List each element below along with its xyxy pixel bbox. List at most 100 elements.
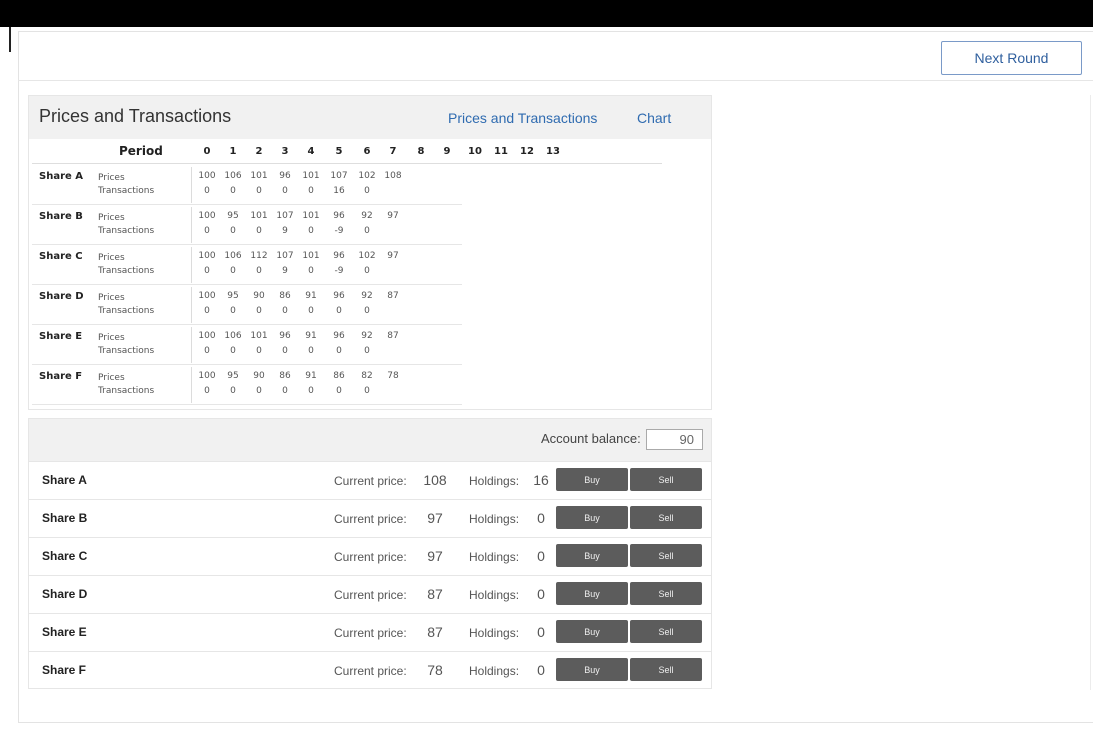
price-cell: 102 [358, 171, 376, 181]
prices-transactions-panel: Prices and Transactions Prices and Trans… [28, 95, 712, 410]
price-cell: 106 [224, 251, 242, 261]
price-cell: 82 [361, 371, 373, 381]
current-price-label: Current price: [334, 588, 407, 602]
transaction-cell: 0 [204, 306, 210, 316]
transaction-cell: 16 [333, 186, 345, 196]
current-price-value: 97 [427, 548, 443, 564]
transaction-cell: 0 [230, 346, 236, 356]
price-cell: 95 [227, 371, 239, 381]
sell-button[interactable]: Sell [630, 582, 702, 605]
transactions-label: Transactions [98, 266, 155, 276]
current-price-label: Current price: [334, 550, 407, 564]
transaction-cell: 0 [282, 186, 288, 196]
price-cell: 100 [198, 251, 216, 261]
window-top-bar [0, 0, 1093, 27]
tab-prices-transactions[interactable]: Prices and Transactions [448, 110, 597, 126]
period-column-3: 3 [281, 146, 289, 157]
trade-share-name: Share E [42, 625, 87, 639]
price-cell: 90 [253, 371, 265, 381]
current-price-value: 108 [423, 472, 447, 488]
buy-button[interactable]: Buy [556, 506, 628, 529]
transaction-cell: 0 [256, 186, 262, 196]
transaction-cell: 0 [308, 226, 314, 236]
row-divider [191, 327, 192, 363]
transaction-cell: 0 [364, 306, 370, 316]
period-column-13: 13 [546, 146, 560, 157]
left-edge-mark [9, 27, 11, 52]
transaction-cell: 0 [308, 306, 314, 316]
price-cell: 100 [198, 371, 216, 381]
transaction-cell: 0 [256, 346, 262, 356]
trade-share-name: Share A [42, 473, 87, 487]
sell-button[interactable]: Sell [630, 620, 702, 643]
prices-label: Prices [98, 333, 125, 343]
transactions-label: Transactions [98, 306, 155, 316]
prices-label: Prices [98, 293, 125, 303]
buy-button[interactable]: Buy [556, 658, 628, 681]
trade-share-name: Share C [42, 549, 88, 563]
buy-button[interactable]: Buy [556, 544, 628, 567]
holdings-label: Holdings: [469, 550, 520, 564]
share-name: Share F [39, 371, 83, 382]
sell-button[interactable]: Sell [630, 468, 702, 491]
holdings-label: Holdings: [469, 474, 520, 488]
sell-button[interactable]: Sell [630, 506, 702, 529]
price-cell: 91 [305, 371, 317, 381]
transaction-cell: 0 [282, 346, 288, 356]
price-cell: 101 [250, 331, 268, 341]
price-cell: 100 [198, 171, 216, 181]
transaction-cell: 0 [256, 386, 262, 396]
period-column-8: 8 [417, 146, 425, 157]
holdings-value: 16 [533, 472, 549, 488]
price-cell: 86 [279, 291, 291, 301]
trade-row: Share D Current price: 87 Holdings: 0 Buy Sell [29, 575, 711, 614]
trade-share-name: Share B [42, 511, 88, 525]
transaction-cell: 0 [230, 306, 236, 316]
header-rule [32, 163, 662, 164]
price-cell: 100 [198, 211, 216, 221]
holdings-value: 0 [537, 586, 545, 602]
trade-share-name: Share F [42, 663, 87, 677]
buy-button[interactable]: Buy [556, 468, 628, 491]
price-cell: 95 [227, 211, 239, 221]
transaction-cell: 0 [282, 306, 288, 316]
transaction-cell: 0 [364, 386, 370, 396]
sell-button[interactable]: Sell [630, 658, 702, 681]
price-cell: 96 [333, 251, 345, 261]
current-price-value: 87 [427, 624, 443, 640]
trade-row: Share A Current price: 108 Holdings: 16 Buy Se… [29, 461, 711, 500]
period-column-11: 11 [494, 146, 508, 157]
transaction-cell: 0 [336, 386, 342, 396]
transaction-cell: 0 [204, 386, 210, 396]
price-cell: 96 [333, 291, 345, 301]
trading-panel: Account balance: 90 Share A Current price… [28, 418, 712, 689]
row-divider [191, 167, 192, 203]
price-cell: 95 [227, 291, 239, 301]
share-row: Share D Prices Transactions 100 95 90 86 91 96 92… [29, 285, 713, 325]
buy-button[interactable]: Buy [556, 620, 628, 643]
transaction-cell: 0 [230, 186, 236, 196]
holdings-value: 0 [537, 548, 545, 564]
price-cell: 112 [250, 251, 268, 261]
holdings-value: 0 [537, 624, 545, 640]
current-price-label: Current price: [334, 664, 407, 678]
transaction-cell: 0 [308, 386, 314, 396]
prices-label: Prices [98, 213, 125, 223]
transaction-cell: 0 [204, 186, 210, 196]
transaction-cell: 9 [282, 266, 288, 276]
buy-button[interactable]: Buy [556, 582, 628, 605]
share-row: Share B Prices Transactions 100 95 101 107 101 9… [29, 205, 713, 245]
price-cell: 96 [333, 211, 345, 221]
tab-chart[interactable]: Chart [637, 110, 671, 126]
row-divider [191, 207, 192, 243]
transaction-cell: 0 [282, 386, 288, 396]
transactions-label: Transactions [98, 226, 155, 236]
price-cell: 107 [276, 211, 294, 221]
account-balance-label: Account balance: [541, 431, 641, 446]
current-price-value: 78 [427, 662, 443, 678]
sell-button[interactable]: Sell [630, 544, 702, 567]
share-name: Share B [39, 211, 83, 222]
next-round-button[interactable]: Next Round [941, 41, 1082, 75]
holdings-value: 0 [537, 662, 545, 678]
price-cell: 108 [384, 171, 402, 181]
